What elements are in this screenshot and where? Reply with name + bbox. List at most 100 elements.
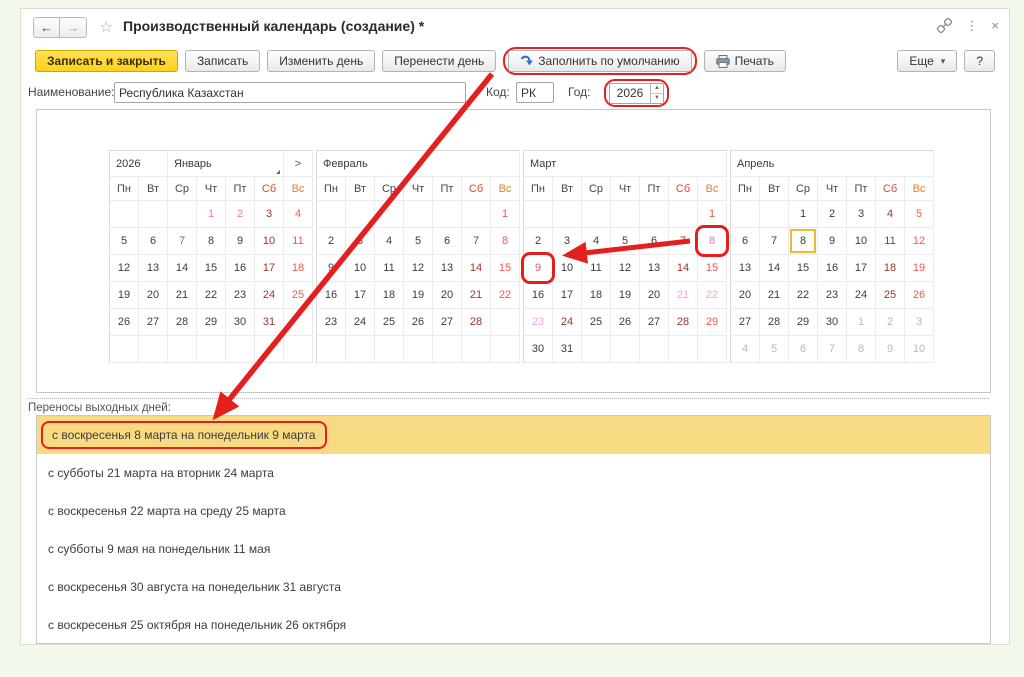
day-cell[interactable]: 22 — [491, 282, 520, 309]
splitter[interactable] — [28, 398, 989, 399]
day-cell[interactable]: 23 — [317, 309, 346, 336]
day-cell[interactable]: 28 — [462, 309, 491, 336]
more-button[interactable]: Еще▾ — [897, 50, 957, 72]
day-cell[interactable]: 6 — [433, 228, 462, 255]
day-cell[interactable]: 21 — [669, 282, 698, 309]
day-cell[interactable]: 14 — [462, 255, 491, 282]
day-cell[interactable]: 21 — [760, 282, 789, 309]
day-cell[interactable]: 30 — [524, 336, 553, 363]
transfer-row[interactable]: с воскресенья 25 октября на понедельник … — [37, 606, 990, 644]
day-cell[interactable]: 26 — [110, 309, 139, 336]
day-cell[interactable]: 22 — [789, 282, 818, 309]
day-cell[interactable]: 7 — [462, 228, 491, 255]
day-cell[interactable]: 16 — [226, 255, 255, 282]
day-cell[interactable]: 2 — [226, 201, 255, 228]
print-button[interactable]: Печать — [704, 50, 786, 72]
back-button[interactable]: ← — [33, 17, 60, 38]
day-cell[interactable]: 29 — [698, 309, 727, 336]
day-cell[interactable]: 1 — [789, 201, 818, 228]
day-cell[interactable]: 8 — [698, 228, 727, 255]
day-cell[interactable]: 6 — [789, 336, 818, 363]
day-cell[interactable]: 29 — [789, 309, 818, 336]
day-cell[interactable]: 25 — [284, 282, 313, 309]
transfer-row[interactable]: с воскресенья 30 августа на понедельник … — [37, 568, 990, 606]
day-cell[interactable]: 28 — [168, 309, 197, 336]
transfer-row[interactable]: с субботы 9 мая на понедельник 11 мая — [37, 530, 990, 568]
day-cell[interactable]: 28 — [760, 309, 789, 336]
day-cell[interactable]: 14 — [760, 255, 789, 282]
day-cell[interactable]: 4 — [876, 201, 905, 228]
day-cell[interactable]: 28 — [669, 309, 698, 336]
get-link-icon[interactable] — [937, 18, 952, 33]
day-cell[interactable]: 9 — [317, 255, 346, 282]
day-cell[interactable]: 23 — [818, 282, 847, 309]
day-cell[interactable]: 2 — [876, 309, 905, 336]
day-cell[interactable]: 5 — [404, 228, 433, 255]
day-cell[interactable]: 16 — [818, 255, 847, 282]
day-cell[interactable]: 4 — [582, 228, 611, 255]
day-cell[interactable]: 24 — [553, 309, 582, 336]
day-cell[interactable]: 10 — [553, 255, 582, 282]
day-cell[interactable]: 12 — [110, 255, 139, 282]
day-cell[interactable]: 19 — [404, 282, 433, 309]
day-cell[interactable]: 9 — [876, 336, 905, 363]
day-cell[interactable]: 2 — [818, 201, 847, 228]
day-cell[interactable]: 5 — [110, 228, 139, 255]
day-cell[interactable]: 6 — [640, 228, 669, 255]
save-button[interactable]: Записать — [185, 50, 260, 72]
day-cell[interactable]: 17 — [847, 255, 876, 282]
day-cell[interactable]: 7 — [760, 228, 789, 255]
day-cell[interactable]: 1 — [491, 201, 520, 228]
day-cell[interactable]: 10 — [847, 228, 876, 255]
day-cell[interactable]: 1 — [698, 201, 727, 228]
day-cell[interactable]: 27 — [731, 309, 760, 336]
name-input[interactable] — [114, 82, 466, 103]
day-cell[interactable]: 25 — [876, 282, 905, 309]
day-cell[interactable]: 13 — [433, 255, 462, 282]
day-cell[interactable]: 26 — [905, 282, 934, 309]
day-cell[interactable]: 20 — [731, 282, 760, 309]
day-cell[interactable]: 17 — [553, 282, 582, 309]
day-cell[interactable]: 23 — [226, 282, 255, 309]
day-cell[interactable]: 25 — [375, 309, 404, 336]
day-cell[interactable]: 20 — [640, 282, 669, 309]
day-cell[interactable]: 4 — [731, 336, 760, 363]
save-close-button[interactable]: Записать и закрыть — [35, 50, 178, 72]
day-cell[interactable]: 12 — [404, 255, 433, 282]
day-cell[interactable]: 27 — [433, 309, 462, 336]
day-cell[interactable]: 8 — [789, 228, 818, 255]
day-cell[interactable]: 27 — [640, 309, 669, 336]
day-cell[interactable]: 17 — [346, 282, 375, 309]
day-cell[interactable]: 14 — [669, 255, 698, 282]
close-icon[interactable]: × — [991, 19, 999, 33]
code-input[interactable] — [516, 82, 554, 103]
day-cell[interactable]: 25 — [582, 309, 611, 336]
day-cell[interactable]: 12 — [905, 228, 934, 255]
year-input[interactable]: 2026 — [610, 84, 650, 103]
day-cell[interactable]: 11 — [582, 255, 611, 282]
day-cell[interactable]: 15 — [197, 255, 226, 282]
day-cell[interactable]: 18 — [375, 282, 404, 309]
day-cell[interactable]: 16 — [524, 282, 553, 309]
day-cell[interactable]: 26 — [611, 309, 640, 336]
day-cell[interactable]: 18 — [582, 282, 611, 309]
day-cell[interactable]: 3 — [346, 228, 375, 255]
day-cell[interactable]: 3 — [847, 201, 876, 228]
day-cell[interactable]: 10 — [255, 228, 284, 255]
day-cell[interactable]: 7 — [669, 228, 698, 255]
day-cell[interactable]: 1 — [197, 201, 226, 228]
day-cell[interactable]: 4 — [375, 228, 404, 255]
transfer-row[interactable]: с воскресенья 22 марта на среду 25 марта — [37, 492, 990, 530]
day-cell[interactable]: 18 — [876, 255, 905, 282]
day-cell[interactable]: 6 — [731, 228, 760, 255]
day-cell[interactable]: 18 — [284, 255, 313, 282]
day-cell[interactable]: 26 — [404, 309, 433, 336]
day-cell[interactable]: 15 — [491, 255, 520, 282]
day-cell[interactable]: 19 — [905, 255, 934, 282]
day-cell[interactable]: 11 — [375, 255, 404, 282]
day-cell[interactable]: 9 — [818, 228, 847, 255]
day-cell[interactable]: 23 — [524, 309, 553, 336]
day-cell[interactable]: 2 — [524, 228, 553, 255]
day-cell[interactable]: 11 — [284, 228, 313, 255]
day-cell[interactable]: 6 — [139, 228, 168, 255]
